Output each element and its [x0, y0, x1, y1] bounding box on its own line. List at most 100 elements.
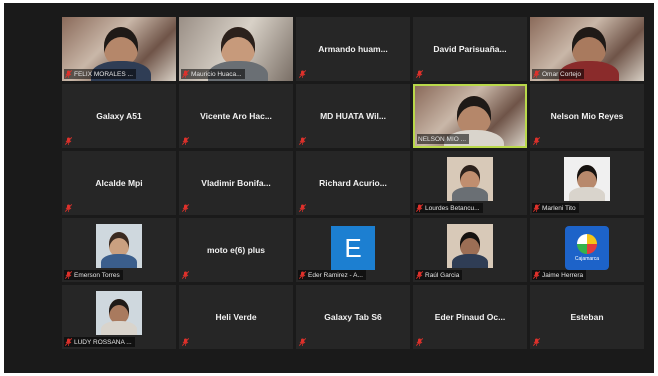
mic-muted-icon [299, 70, 306, 78]
mic-muted-icon [533, 70, 540, 78]
mic-muted-icon [299, 271, 306, 279]
participant-name: Esteban [570, 312, 604, 322]
mic-muted-icon [65, 70, 72, 78]
participant-photo [447, 157, 493, 201]
participant-name: Vicente Aro Hac... [200, 111, 272, 121]
mic-muted-icon [299, 338, 306, 346]
participant-name: moto e(6) plus [206, 245, 266, 255]
mic-muted-icon [416, 204, 423, 212]
participant-caption: Emerson Torres [64, 270, 123, 280]
participant-tile[interactable]: Lourdes Betancu... [413, 151, 527, 215]
participant-tile[interactable]: Armando huam... [296, 17, 410, 81]
participant-caption: Raúl Garcia [415, 270, 463, 280]
participant-tile[interactable]: moto e(6) plus [179, 218, 293, 282]
logo-text: Cajamarca [574, 256, 600, 262]
participant-tile[interactable]: Emerson Torres [62, 218, 176, 282]
participant-name: Raúl Garcia [425, 271, 460, 279]
participant-tile[interactable]: FELIX MORALES ... [62, 17, 176, 81]
participant-tile[interactable]: E Eder Ramirez - A... [296, 218, 410, 282]
mic-muted-icon [533, 137, 540, 145]
participant-name: Marleni Tito [542, 204, 576, 212]
mic-muted-icon [182, 271, 189, 279]
participant-tile[interactable]: Nelson Mio Reyes [530, 84, 644, 148]
mic-muted-icon [533, 271, 540, 279]
participant-tile[interactable]: Mauricio Huaca... [179, 17, 293, 81]
meeting-window: FELIX MORALES ... Mauricio Huaca... Armand… [4, 3, 654, 373]
participant-caption: FELIX MORALES ... [64, 69, 136, 79]
participant-tile[interactable]: Raúl Garcia [413, 218, 527, 282]
participant-caption: Eder Ramirez - A... [298, 270, 366, 280]
participant-name: Lourdes Betancu... [425, 204, 480, 212]
logo-swirl [577, 234, 597, 254]
participant-name: Emerson Torres [74, 271, 120, 279]
participant-name: Heli Verde [215, 312, 257, 322]
participant-photo [96, 224, 142, 268]
participant-caption: Mauricio Huaca... [181, 69, 245, 79]
participant-body [452, 187, 488, 201]
participant-name: NELSON MIO ... [418, 135, 467, 143]
mic-muted-icon [416, 338, 423, 346]
participant-face [457, 96, 491, 134]
mic-muted-icon [182, 70, 189, 78]
mic-muted-icon [299, 137, 306, 145]
participant-tile[interactable]: Alcalde Mpi [62, 151, 176, 215]
participant-body [569, 187, 605, 201]
participant-name: Jaime Herrera [542, 271, 584, 279]
mic-muted-icon [299, 204, 306, 212]
participant-face [577, 165, 597, 189]
participant-photo [447, 224, 493, 268]
participant-face [460, 232, 480, 256]
mic-muted-icon [182, 338, 189, 346]
participant-tile[interactable]: Vicente Aro Hac... [179, 84, 293, 148]
participant-tile[interactable]: Galaxy Tab S6 [296, 285, 410, 349]
participant-tile[interactable]: Omar Cortejo [530, 17, 644, 81]
participant-tile[interactable]: Richard Acurio... [296, 151, 410, 215]
participant-caption: Jaime Herrera [532, 270, 587, 280]
participant-tile[interactable]: Galaxy A51 [62, 84, 176, 148]
participant-body [452, 254, 488, 268]
participant-face [572, 27, 606, 65]
mic-muted-icon [416, 271, 423, 279]
participant-face [109, 232, 129, 256]
participant-tile[interactable]: Vladimir Bonifa... [179, 151, 293, 215]
participant-caption: LUDY ROSSANA ... [64, 337, 135, 347]
participant-name: Eder Pinaud Oc... [434, 312, 506, 322]
participant-tile[interactable]: Eder Pinaud Oc... [413, 285, 527, 349]
avatar-letter-icon: E [331, 226, 375, 270]
participant-tile[interactable]: Marleni Tito [530, 151, 644, 215]
participant-tile[interactable]: David Parisuaña... [413, 17, 527, 81]
participant-name: David Parisuaña... [433, 44, 507, 54]
participant-name: Nelson Mio Reyes [550, 111, 624, 121]
participant-name: FELIX MORALES ... [74, 70, 133, 78]
participant-face [221, 27, 255, 65]
participant-caption: Lourdes Betancu... [415, 203, 483, 213]
gallery-grid: FELIX MORALES ... Mauricio Huaca... Armand… [62, 17, 644, 349]
participant-tile[interactable]: Heli Verde [179, 285, 293, 349]
participant-name: Mauricio Huaca... [191, 70, 242, 78]
participant-tile[interactable]: Esteban [530, 285, 644, 349]
participant-name: Armando huam... [318, 44, 388, 54]
participant-name: Alcalde Mpi [95, 178, 143, 188]
participant-caption: NELSON MIO ... [417, 134, 470, 144]
participant-name: Omar Cortejo [542, 70, 582, 78]
participant-name: Eder Ramirez - A... [308, 271, 363, 279]
mic-muted-icon [65, 271, 72, 279]
mic-muted-icon [65, 204, 72, 212]
participant-name: LUDY ROSSANA ... [74, 338, 132, 346]
participant-name: Galaxy A51 [96, 111, 142, 121]
participant-photo [96, 291, 142, 335]
participant-name: Vladimir Bonifa... [201, 178, 271, 188]
participant-tile[interactable]: MD HUATA Wil... [296, 84, 410, 148]
participant-tile[interactable]: Cajamarca Jaime Herrera [530, 218, 644, 282]
participant-tile[interactable]: NELSON MIO ... [413, 84, 527, 148]
participant-name: Richard Acurio... [319, 178, 387, 188]
participant-photo [564, 157, 610, 201]
participant-body [101, 254, 137, 268]
cajamarca-logo-icon: Cajamarca [565, 226, 609, 270]
mic-muted-icon [533, 204, 540, 212]
mic-muted-icon [182, 204, 189, 212]
participant-name: Galaxy Tab S6 [324, 312, 382, 322]
participant-tile[interactable]: LUDY ROSSANA ... [62, 285, 176, 349]
participant-name: MD HUATA Wil... [320, 111, 386, 121]
mic-muted-icon [65, 338, 72, 346]
